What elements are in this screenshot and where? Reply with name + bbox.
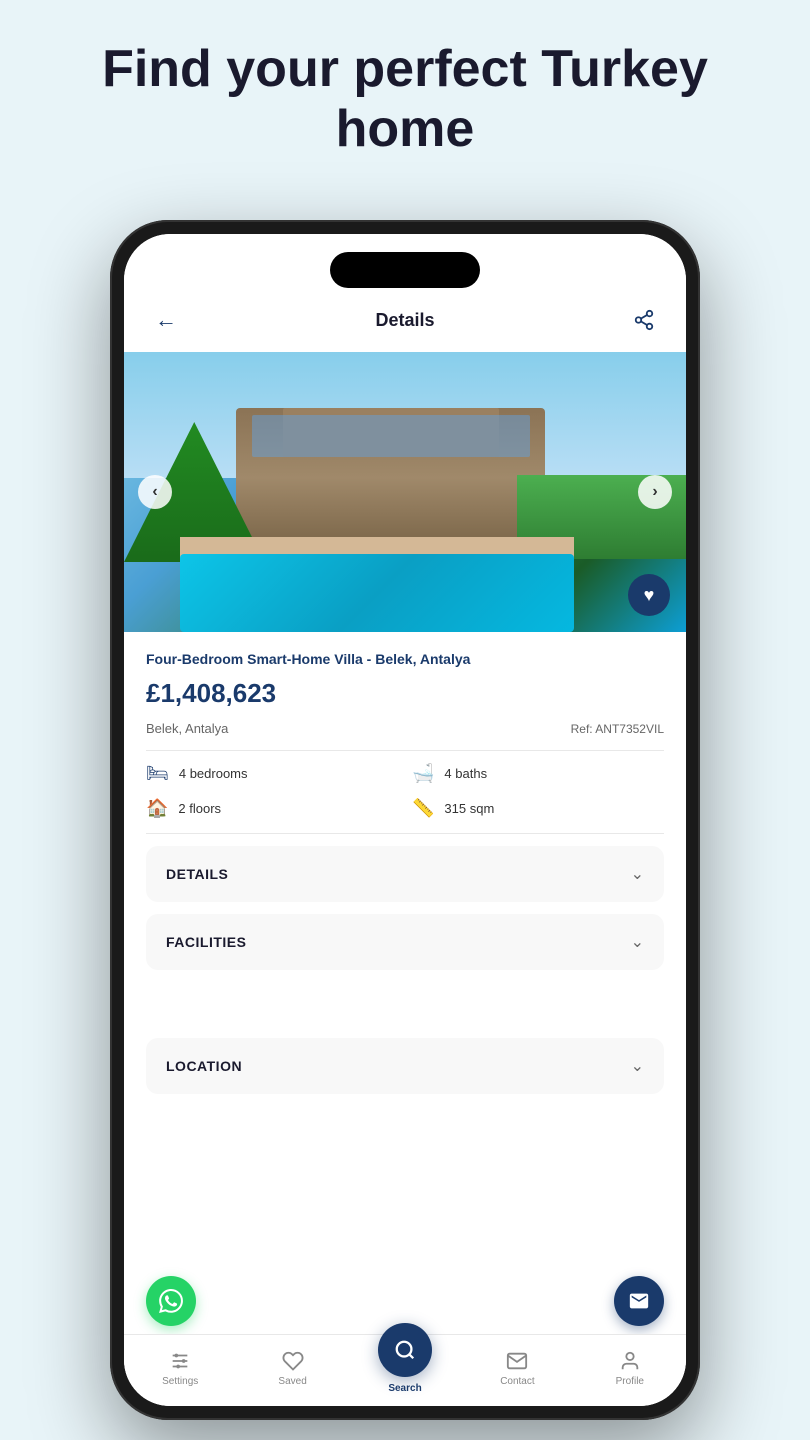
image-slider: ‹ › ♥ xyxy=(124,352,686,632)
pool-img xyxy=(180,554,573,632)
location-accordion-partial[interactable]: LOCATION ⌄ xyxy=(146,1038,664,1094)
floors-icon: 🏠 xyxy=(146,798,168,819)
property-location: Belek, Antalya xyxy=(146,721,228,736)
share-button[interactable] xyxy=(626,302,662,338)
features-grid: 🛏 4 bedrooms 🛁 4 baths 🏠 2 floors 📏 315 … xyxy=(146,763,664,819)
settings-icon xyxy=(169,1350,191,1372)
divider-1 xyxy=(146,750,664,751)
chevron-left-icon: ‹ xyxy=(152,483,157,501)
property-image xyxy=(124,352,686,632)
bedrooms-feature: 🛏 4 bedrooms xyxy=(146,763,398,784)
details-accordion-label: DETAILS xyxy=(166,866,228,882)
nav-search[interactable]: Search xyxy=(349,1343,461,1394)
bath-icon: 🛁 xyxy=(412,763,434,784)
chevron-right-icon: › xyxy=(652,483,657,501)
location-partial-label: LOCATION xyxy=(166,1058,242,1074)
contact-label: Contact xyxy=(500,1376,534,1387)
share-icon xyxy=(633,309,655,331)
back-arrow-icon: ← xyxy=(155,307,177,333)
whatsapp-icon xyxy=(159,1289,183,1313)
search-fab-label: Search xyxy=(388,1383,421,1394)
details-accordion[interactable]: DETAILS ⌄ xyxy=(146,846,664,902)
facilities-accordion[interactable]: FACILITIES ⌄ xyxy=(146,914,664,970)
property-details-scroll[interactable]: Four-Bedroom Smart-Home Villa - Belek, A… xyxy=(124,632,686,1406)
nav-saved[interactable]: Saved xyxy=(236,1350,348,1387)
bottom-nav: Settings Saved xyxy=(124,1334,686,1406)
email-icon xyxy=(628,1290,650,1312)
phone-screen: ← Details xyxy=(124,234,686,1406)
favorite-button[interactable]: ♥ xyxy=(628,574,670,616)
email-fab[interactable] xyxy=(614,1276,664,1326)
divider-2 xyxy=(146,833,664,834)
baths-feature: 🛁 4 baths xyxy=(412,763,664,784)
dynamic-island xyxy=(330,252,480,288)
phone-shell: ← Details xyxy=(110,220,700,1420)
slider-prev-button[interactable]: ‹ xyxy=(138,475,172,509)
contact-icon xyxy=(506,1350,528,1372)
hero-title: Find your perfect Turkey home xyxy=(0,0,810,190)
slider-next-button[interactable]: › xyxy=(638,475,672,509)
building-img xyxy=(236,408,545,548)
whatsapp-fab[interactable] xyxy=(146,1276,196,1326)
sqm-text: 315 sqm xyxy=(444,801,494,816)
page-title: Details xyxy=(375,310,434,331)
floors-feature: 🏠 2 floors xyxy=(146,798,398,819)
profile-label: Profile xyxy=(616,1376,644,1387)
property-price: £1,408,623 xyxy=(146,678,664,709)
heart-icon: ♥ xyxy=(644,585,655,606)
search-fab-button[interactable] xyxy=(378,1323,432,1377)
property-title: Four-Bedroom Smart-Home Villa - Belek, A… xyxy=(146,650,664,668)
bedrooms-text: 4 bedrooms xyxy=(179,766,248,781)
chevron-down-icon: ⌄ xyxy=(631,864,644,884)
nav-profile[interactable]: Profile xyxy=(574,1350,686,1387)
nav-settings[interactable]: Settings xyxy=(124,1350,236,1387)
sqm-icon: 📏 xyxy=(412,798,434,819)
saved-label: Saved xyxy=(278,1376,306,1387)
chevron-down-icon-4: ⌄ xyxy=(631,1056,644,1076)
nav-contact[interactable]: Contact xyxy=(461,1350,573,1387)
bed-icon: 🛏 xyxy=(146,763,169,784)
heart-outline-icon xyxy=(282,1350,304,1372)
property-location-row: Belek, Antalya Ref: ANT7352VIL xyxy=(146,721,664,736)
sqm-feature: 📏 315 sqm xyxy=(412,798,664,819)
profile-icon xyxy=(619,1350,641,1372)
search-fab-icon xyxy=(394,1339,416,1361)
settings-label: Settings xyxy=(162,1376,198,1387)
chevron-down-icon-2: ⌄ xyxy=(631,932,644,952)
back-button[interactable]: ← xyxy=(148,302,184,338)
app-content: ← Details xyxy=(124,234,686,1406)
facilities-accordion-label: FACILITIES xyxy=(166,934,246,950)
property-ref: Ref: ANT7352VIL xyxy=(571,722,664,736)
floors-text: 2 floors xyxy=(178,801,221,816)
baths-text: 4 baths xyxy=(444,766,487,781)
